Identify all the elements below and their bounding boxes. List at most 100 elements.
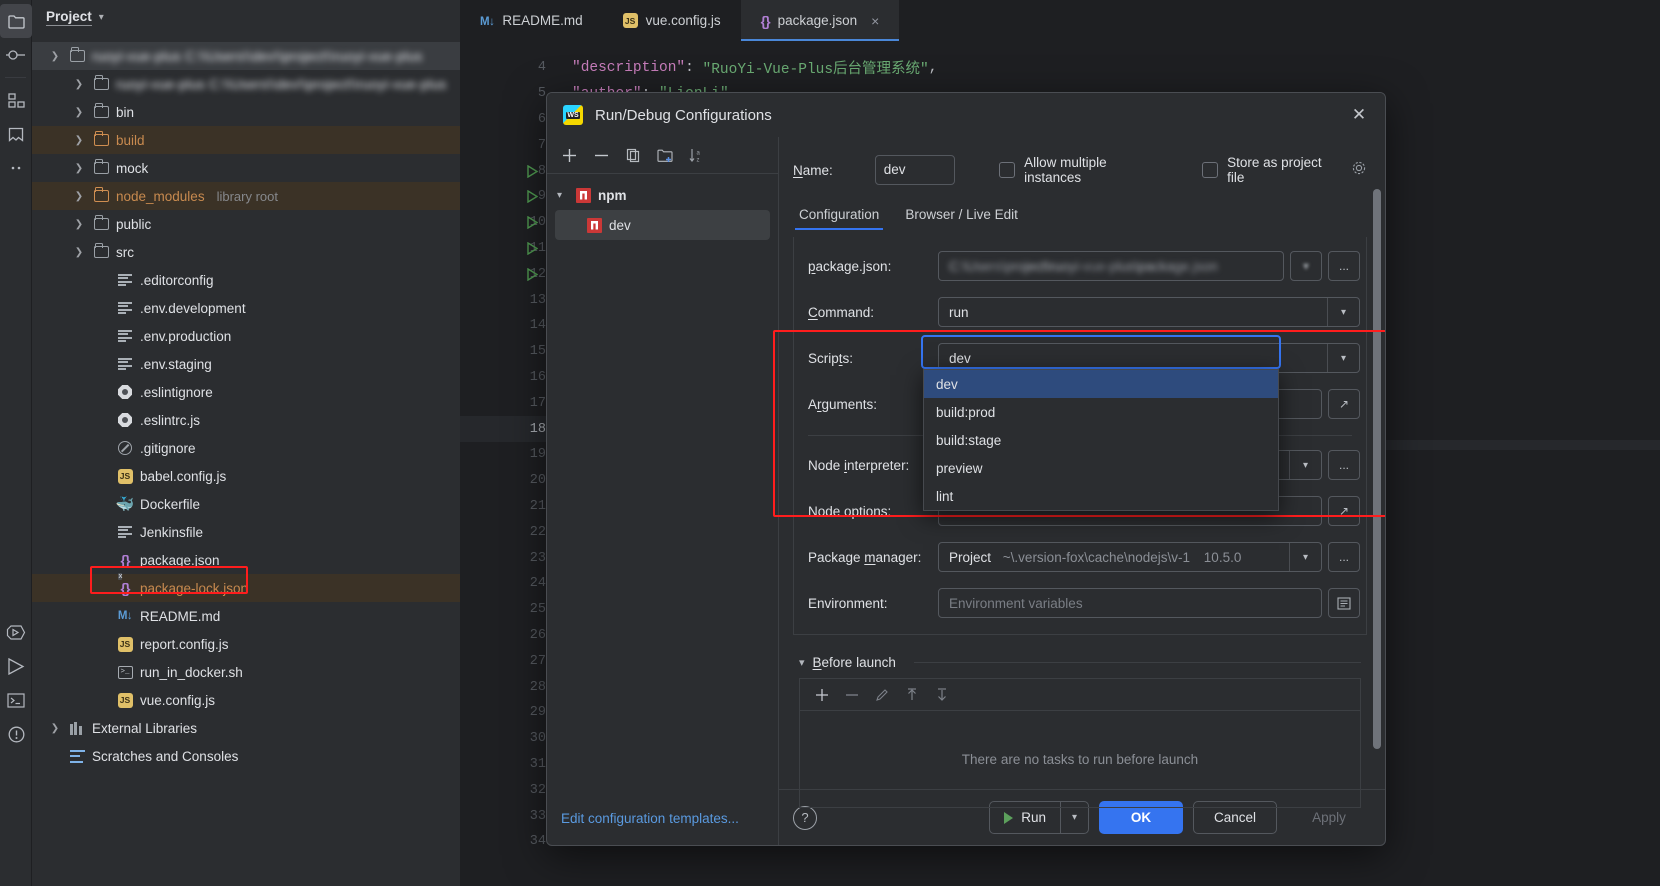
gutter-line[interactable]: 29 (460, 700, 546, 726)
project-tree-row[interactable]: ❯{}package.json (32, 546, 460, 574)
remove-configuration-button[interactable] (587, 141, 615, 169)
before-launch-header[interactable]: ▾ Before launch (799, 655, 1361, 670)
run-tool-icon[interactable] (0, 615, 32, 649)
gutter-line[interactable]: 33 (460, 803, 546, 829)
edit-configuration-templates-link[interactable]: Edit configuration templates... (561, 811, 739, 826)
chevron-down-icon[interactable]: ▾ (1327, 298, 1359, 326)
gutter-line[interactable]: 7 (460, 132, 546, 158)
project-tree-row[interactable]: ❯src (32, 238, 460, 266)
project-file-tree[interactable]: ❯ruoyi-vue-plus C:\\Users\\dev\\project\… (32, 34, 460, 770)
gutter-line[interactable]: 22 (460, 519, 546, 545)
run-script-gutter-icon[interactable] (527, 165, 538, 178)
scripts-dropdown-option[interactable]: build:prod (924, 398, 1278, 426)
gutter-line[interactable]: 23 (460, 545, 546, 571)
run-script-gutter-icon[interactable] (527, 242, 538, 255)
terminal-tool-icon[interactable] (0, 683, 32, 717)
project-tree-row[interactable]: ❯.eslintignore (32, 378, 460, 406)
project-tree-row[interactable]: ❯ruoyi-vue-plus C:\\Users\\dev\\project\… (32, 42, 460, 70)
expand-node-options-button[interactable]: ↗ (1328, 496, 1360, 526)
new-folder-icon[interactable] (651, 141, 679, 169)
chevron-down-icon[interactable]: ▾ (99, 12, 104, 23)
package-manager-browse-button[interactable]: ... (1328, 542, 1360, 572)
gutter-line[interactable]: 30 (460, 726, 546, 752)
gutter-line[interactable]: 13 (460, 287, 546, 313)
gutter-line[interactable]: 10 (460, 210, 546, 236)
expand-chevron-icon[interactable]: ❯ (72, 163, 86, 174)
scripts-dropdown-option[interactable]: lint (924, 482, 1278, 510)
expand-chevron-icon[interactable]: ❯ (72, 191, 86, 202)
chevron-down-icon[interactable]: ▾ (799, 656, 805, 669)
environment-editor-button[interactable] (1328, 588, 1360, 618)
add-task-button[interactable] (808, 682, 836, 708)
project-tree-row[interactable]: ❯build (32, 126, 460, 154)
help-icon[interactable]: ? (793, 806, 817, 830)
move-down-icon[interactable] (928, 682, 956, 708)
close-tab-icon[interactable]: × (871, 13, 879, 29)
scripts-dropdown-option[interactable]: preview (924, 454, 1278, 482)
gutter-line[interactable]: 14 (460, 313, 546, 339)
run-script-gutter-icon[interactable] (527, 216, 538, 229)
gutter-line[interactable]: 31 (460, 752, 546, 778)
configuration-tree[interactable]: ▾npmdev (547, 174, 778, 791)
project-tree-row[interactable]: ❯.env.staging (32, 350, 460, 378)
environment-input[interactable]: Environment variables (938, 588, 1322, 618)
debug-tool-icon[interactable] (0, 649, 32, 683)
chevron-down-icon[interactable]: ▾ (1289, 543, 1321, 571)
gutter-line[interactable]: 24 (460, 571, 546, 597)
expand-arguments-button[interactable]: ↗ (1328, 389, 1360, 419)
gutter-line[interactable]: 6 (460, 107, 546, 133)
project-tree-row[interactable]: ❯bin (32, 98, 460, 126)
editor-tab[interactable]: JSvue.config.js (603, 0, 741, 41)
command-combo[interactable]: run ▾ (938, 297, 1360, 327)
project-tree-row[interactable]: ❯node_moduleslibrary root (32, 182, 460, 210)
run-script-gutter-icon[interactable] (527, 190, 538, 203)
move-up-icon[interactable] (898, 682, 926, 708)
project-tree-row[interactable]: ❯{}package-lock.json (32, 574, 460, 602)
gutter-line[interactable]: 5 (460, 81, 546, 107)
configuration-tab[interactable]: Browser / Live Edit (905, 207, 1018, 230)
gutter-line[interactable]: 19 (460, 442, 546, 468)
configuration-tree-row[interactable]: dev (555, 210, 770, 240)
gutter-line[interactable]: 16 (460, 365, 546, 391)
editor-gutter[interactable]: 4567891011121314151617181920212223242526… (460, 41, 546, 886)
chevron-down-icon[interactable]: ▾ (1327, 344, 1359, 372)
project-tree-row[interactable]: ❯public (32, 210, 460, 238)
form-scrollbar[interactable] (1373, 189, 1381, 749)
project-tree-row[interactable]: ❯JSreport.config.js (32, 630, 460, 658)
package-json-history-button[interactable]: ▾ (1290, 251, 1322, 281)
expand-chevron-icon[interactable]: ❯ (72, 107, 86, 118)
gutter-line[interactable]: 34 (460, 829, 546, 855)
project-tree-row[interactable]: ❯.gitignore (32, 434, 460, 462)
store-as-project-file-checkbox[interactable]: Store as project file (1202, 155, 1367, 185)
configuration-tabs[interactable]: ConfigurationBrowser / Live Edit (793, 207, 1367, 237)
gutter-line[interactable]: 4 (460, 55, 546, 81)
gutter-line[interactable]: 8 (460, 158, 546, 184)
configuration-tree-row[interactable]: ▾npm (547, 180, 778, 210)
expand-chevron-icon[interactable]: ❯ (48, 51, 62, 62)
scripts-dropdown-popup[interactable]: devbuild:prodbuild:stagepreviewlint (923, 369, 1279, 511)
allow-multiple-instances-checkbox[interactable]: Allow multiple instances (999, 155, 1158, 185)
edit-task-icon[interactable] (868, 682, 896, 708)
copy-configuration-button[interactable] (619, 141, 647, 169)
gutter-line[interactable]: 15 (460, 339, 546, 365)
expand-chevron-icon[interactable]: ❯ (72, 247, 86, 258)
project-tree-row[interactable]: ❯External Libraries (32, 714, 460, 742)
package-json-input[interactable]: C:\Users\project\ruoyi-vue-plus\package.… (938, 251, 1284, 281)
gutter-line[interactable]: 9 (460, 184, 546, 210)
gutter-line[interactable]: 21 (460, 494, 546, 520)
sort-az-icon[interactable]: az (683, 141, 711, 169)
project-tree-row[interactable]: ❯.env.production (32, 322, 460, 350)
project-tree-row[interactable]: ❯M↓README.md (32, 602, 460, 630)
gutter-line[interactable]: 20 (460, 468, 546, 494)
scripts-dropdown-option[interactable]: dev (924, 370, 1278, 398)
gutter-line[interactable]: 27 (460, 648, 546, 674)
bookmark-tool-icon[interactable] (0, 117, 32, 151)
gutter-line[interactable]: 25 (460, 597, 546, 623)
node-interpreter-browse-button[interactable]: ... (1328, 450, 1360, 480)
run-script-gutter-icon[interactable] (527, 268, 538, 281)
editor-tab[interactable]: {}package.json× (741, 0, 900, 41)
remove-task-button[interactable] (838, 682, 866, 708)
project-tree-row[interactable]: ❯mock (32, 154, 460, 182)
gutter-line[interactable]: 17 (460, 390, 546, 416)
project-tree-row[interactable]: ❯Scratches and Consoles (32, 742, 460, 770)
